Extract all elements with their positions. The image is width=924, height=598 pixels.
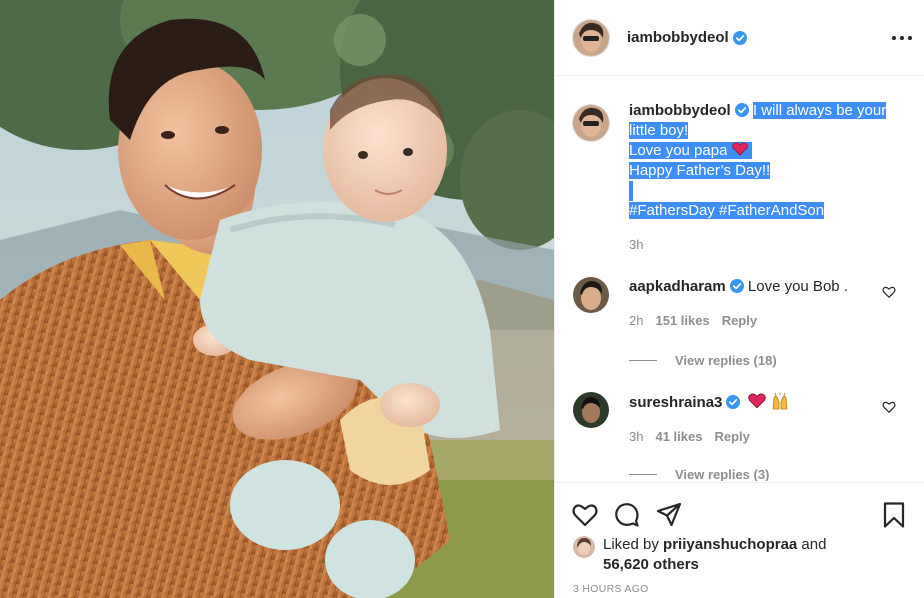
view-replies-label: View replies (3) [675,467,770,481]
verified-icon [729,279,744,293]
like-icon[interactable] [571,501,599,529]
photo-illustration [0,0,554,598]
view-replies-button[interactable]: View replies (18) [629,353,924,368]
commenter-avatar[interactable] [573,277,609,313]
liked-by-count[interactable]: 56,620 others [603,556,699,573]
liked-by: Liked by priiyanshuchopraa and 56,620 ot… [555,535,924,575]
caption-line: I will always be your [752,102,887,119]
comment-text: Love you Bob . [747,278,848,295]
replies-divider [629,474,657,475]
post-actions: Liked by priiyanshuchopraa and 56,620 ot… [555,482,924,598]
verified-icon [732,30,747,45]
author-username[interactable]: iambobbydeol [627,29,729,46]
reply-button[interactable]: Reply [714,427,749,447]
liked-by-prefix: Liked by [603,536,659,553]
comment-icon[interactable] [613,501,641,529]
heart-emoji-icon [747,393,766,409]
verified-icon [734,103,749,117]
action-bar [555,483,924,535]
comment-age: 2h [629,313,644,328]
praise-hands-emoji-icon [772,392,788,410]
caption-line: little boy! [629,122,689,139]
share-icon[interactable] [655,501,683,529]
post-sidebar: iambobbydeol iambobbydeol I will always … [554,0,924,598]
liked-by-and: and [801,536,827,553]
post-timestamp[interactable]: 3 HOURS AGO [555,575,924,595]
heart-emoji-icon [727,142,752,159]
verified-icon [726,395,741,409]
comment-like-icon[interactable] [882,285,896,299]
comment-body: sureshraina3 3h 41 likes Reply [629,392,789,447]
save-icon[interactable] [880,501,908,529]
view-replies-label: View replies (18) [675,353,777,368]
caption-hashtags[interactable]: #FathersDay #FatherAndSon [629,202,825,219]
post-header: iambobbydeol [555,0,924,76]
comment-age: 3h [629,429,644,444]
caption-line: Happy Father’s Day!! [629,162,771,179]
liker-avatar[interactable] [573,536,595,558]
caption-avatar[interactable] [573,105,609,141]
caption-line: Love you papa [629,142,728,159]
comment-likes[interactable]: 41 likes [655,427,702,447]
comment-item: aapkadharam Love you Bob . 2h 151 likes … [555,277,924,331]
liked-by-user[interactable]: priiyanshuchopraa [663,536,797,553]
post-photo[interactable] [0,0,554,598]
comment-body: aapkadharam Love you Bob . 2h 151 likes … [629,277,848,331]
caption-blank-line [629,181,633,201]
more-options-icon[interactable] [892,28,912,48]
comment-username[interactable]: sureshraina3 [629,394,722,411]
caption-body: iambobbydeol I will always be your littl… [629,101,906,255]
comments-section[interactable]: iambobbydeol I will always be your littl… [555,77,924,481]
caption: iambobbydeol I will always be your littl… [555,77,924,255]
reply-button[interactable]: Reply [722,311,757,331]
caption-age: 3h [629,237,644,252]
comment-likes[interactable]: 151 likes [655,311,709,331]
replies-divider [629,360,657,361]
author-avatar[interactable] [573,19,609,56]
caption-username[interactable]: iambobbydeol [629,102,731,119]
instagram-post: iambobbydeol iambobbydeol I will always … [0,0,924,598]
comment-item: sureshraina3 3h 41 likes Reply [555,392,924,447]
commenter-avatar[interactable] [573,392,609,428]
comment-like-icon[interactable] [882,400,896,414]
view-replies-button[interactable]: View replies (3) [629,467,924,481]
comment-username[interactable]: aapkadharam [629,278,726,295]
